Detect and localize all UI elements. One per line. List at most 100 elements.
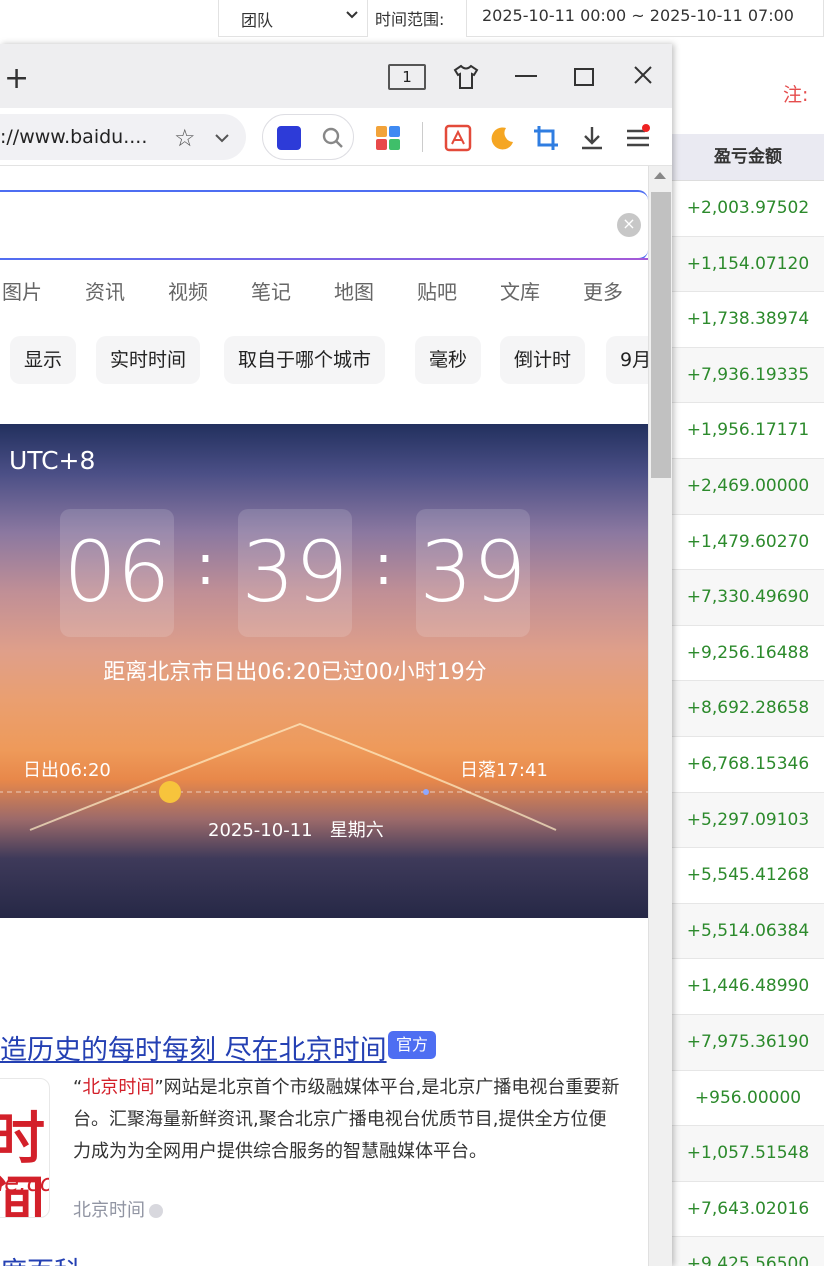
profit-loss-table: 盈亏金额 +2,003.97502 +1,154.07120 +1,738.3897…	[672, 134, 824, 1266]
table-row: +1,057.51548	[672, 1126, 824, 1182]
paw-icon	[277, 126, 301, 150]
official-badge: 官方	[388, 1031, 436, 1059]
chip-realtime[interactable]: 实时时间	[96, 336, 201, 384]
night-mode-icon[interactable]	[488, 124, 516, 152]
logo-big-text: 时间	[0, 1107, 49, 1217]
snippet-line: 力成为为全网用户提供综合服务的智慧融媒体平台。	[73, 1141, 487, 1162]
nav-bar: ://www.baidu.... ☆	[0, 108, 672, 166]
tab-more[interactable]: 更多	[583, 276, 623, 305]
tab-tieba[interactable]: 贴吧	[417, 276, 457, 305]
snippet-highlight: 北京时间	[82, 1077, 155, 1098]
search-engine-pill[interactable]	[262, 114, 354, 160]
clock-card: UTC+8 06 : 39 : 39 距离北京市日出06:20已过00小时19分…	[0, 424, 648, 918]
chevron-down-icon[interactable]	[214, 130, 230, 146]
scroll-thumb[interactable]	[651, 192, 671, 478]
table-row: +9,256.16488	[672, 626, 824, 682]
scrollbar[interactable]	[648, 166, 672, 1266]
page-content: × 图片 资讯 视频 笔记 地图 贴吧 文库 更多 显示 实时时间 取自于哪个城…	[0, 166, 648, 1266]
sunrise-label: 日出06:20	[23, 760, 111, 781]
chip-milliseconds[interactable]: 毫秒	[415, 336, 482, 384]
result-source[interactable]: 北京时间	[73, 1196, 163, 1222]
chevron-down-icon	[149, 1204, 163, 1218]
table-row: +8,692.28658	[672, 681, 824, 737]
maximize-icon[interactable]	[574, 68, 594, 86]
table-row: +7,975.36190	[672, 1014, 824, 1071]
tab-wenku[interactable]: 文库	[500, 276, 540, 305]
beijing-time-logo[interactable]: 时间 ne.com	[0, 1078, 50, 1218]
quote-mark: “	[73, 1077, 83, 1098]
sun-icon	[159, 781, 181, 803]
chip-september[interactable]: 9月	[606, 336, 648, 384]
date-value: 2025-10-11	[208, 820, 313, 841]
tab-count-icon[interactable]: 1	[388, 64, 426, 90]
sunrise-elapsed-text: 距离北京市日出06:20已过00小时19分	[103, 660, 487, 685]
chip-countdown[interactable]: 倒计时	[500, 336, 586, 384]
close-icon[interactable]	[632, 64, 654, 86]
logo-small-text: ne.com	[0, 1169, 49, 1197]
baike-title-link[interactable]: 度百科	[0, 1250, 81, 1266]
related-chips: 显示 实时时间 取自于哪个城市 毫秒 倒计时 9月	[0, 336, 648, 384]
table-row: +2,003.97502	[672, 181, 824, 237]
pdf-icon[interactable]	[444, 124, 472, 152]
timezone-label: UTC+8	[9, 446, 96, 475]
sunset-label: 日落17:41	[460, 760, 548, 781]
team-select-value: 团队	[241, 11, 274, 30]
tab-images[interactable]: 图片	[2, 276, 42, 305]
menu-icon[interactable]	[624, 124, 652, 152]
colon-separator: :	[374, 533, 393, 598]
table-row: +956.00000	[672, 1071, 824, 1127]
address-text: ://www.baidu....	[0, 126, 148, 148]
table-row: +2,469.00000	[672, 458, 824, 515]
clear-icon[interactable]: ×	[617, 213, 641, 237]
table-row: +1,956.17171	[672, 403, 824, 459]
hours-value: 06	[63, 523, 171, 621]
screen: 团队 时间范围: 2025-10-11 00:00 ~ 2025-10-11 0…	[0, 0, 824, 1266]
tab-notes[interactable]: 笔记	[251, 276, 291, 305]
plus-icon[interactable]: +	[4, 64, 29, 94]
browser-window: + 1 ://www.baidu.... ☆ × 图片 资讯 视频 笔记 地图 …	[0, 44, 672, 1266]
apps-icon[interactable]	[374, 124, 402, 152]
minutes-value: 39	[241, 523, 349, 621]
minimize-icon[interactable]	[515, 75, 537, 77]
tab-video[interactable]: 视频	[168, 276, 208, 305]
table-row: +5,297.09103	[672, 792, 824, 849]
note-label: 注:	[783, 84, 809, 106]
filter-bar: 团队 时间范围: 2025-10-11 00:00 ~ 2025-10-11 0…	[0, 0, 824, 38]
scroll-up-arrow-icon[interactable]	[654, 172, 666, 179]
profit-loss-header: 盈亏金额	[672, 134, 824, 181]
date-line: 2025-10-11 星期六	[208, 816, 384, 842]
chevron-down-icon	[346, 11, 358, 19]
result-title-link[interactable]: 造历史的每时每刻 尽在北京时间	[0, 1028, 387, 1067]
table-row: +7,936.19335	[672, 347, 824, 404]
search-tabs: 图片 资讯 视频 笔记 地图 贴吧 文库 更多	[0, 276, 648, 308]
table-row: +1,446.48990	[672, 959, 824, 1015]
snippet-text: ”网站是北京首个市级融媒体平台,是北京广播电视台重要新	[154, 1077, 620, 1098]
snippet-line: “北京时间”网站是北京首个市级融媒体平台,是北京广播电视台重要新	[73, 1072, 648, 1104]
download-icon[interactable]	[578, 124, 606, 152]
colon-separator: :	[196, 533, 215, 598]
search-input[interactable]	[0, 190, 648, 260]
search-icon[interactable]	[321, 126, 345, 150]
skin-icon[interactable]	[452, 64, 480, 90]
address-bar[interactable]: ://www.baidu.... ☆	[0, 114, 246, 160]
time-range-label: 时间范围:	[375, 10, 445, 29]
star-icon[interactable]: ☆	[174, 124, 196, 152]
table-row: +5,514.06384	[672, 903, 824, 960]
snippet-line: 台。汇聚海量新鲜资讯,聚合北京广播电视台优质节目,提供全方位便	[73, 1109, 607, 1130]
chip-display[interactable]: 显示	[10, 336, 77, 384]
seconds-value: 39	[419, 523, 527, 621]
table-row: +1,154.07120	[672, 236, 824, 293]
chip-which-city[interactable]: 取自于哪个城市	[224, 336, 386, 384]
table-row: +9,425.56500	[672, 1237, 824, 1266]
table-row: +1,738.38974	[672, 292, 824, 348]
team-select[interactable]: 团队	[218, 0, 368, 37]
profit-loss-rows: +2,003.97502 +1,154.07120 +1,738.38974 +7,9…	[672, 181, 824, 1266]
tab-map[interactable]: 地图	[334, 276, 374, 305]
result-snippet: “北京时间”网站是北京首个市级融媒体平台,是北京广播电视台重要新 台。汇聚海量新…	[73, 1072, 648, 1168]
sun-arc	[0, 722, 648, 831]
time-range-input[interactable]: 2025-10-11 00:00 ~ 2025-10-11 07:00	[466, 0, 824, 37]
table-row: +6,768.15346	[672, 737, 824, 793]
tab-news[interactable]: 资讯	[85, 276, 125, 305]
sunset-marker	[423, 789, 429, 795]
crop-icon[interactable]	[532, 124, 560, 152]
